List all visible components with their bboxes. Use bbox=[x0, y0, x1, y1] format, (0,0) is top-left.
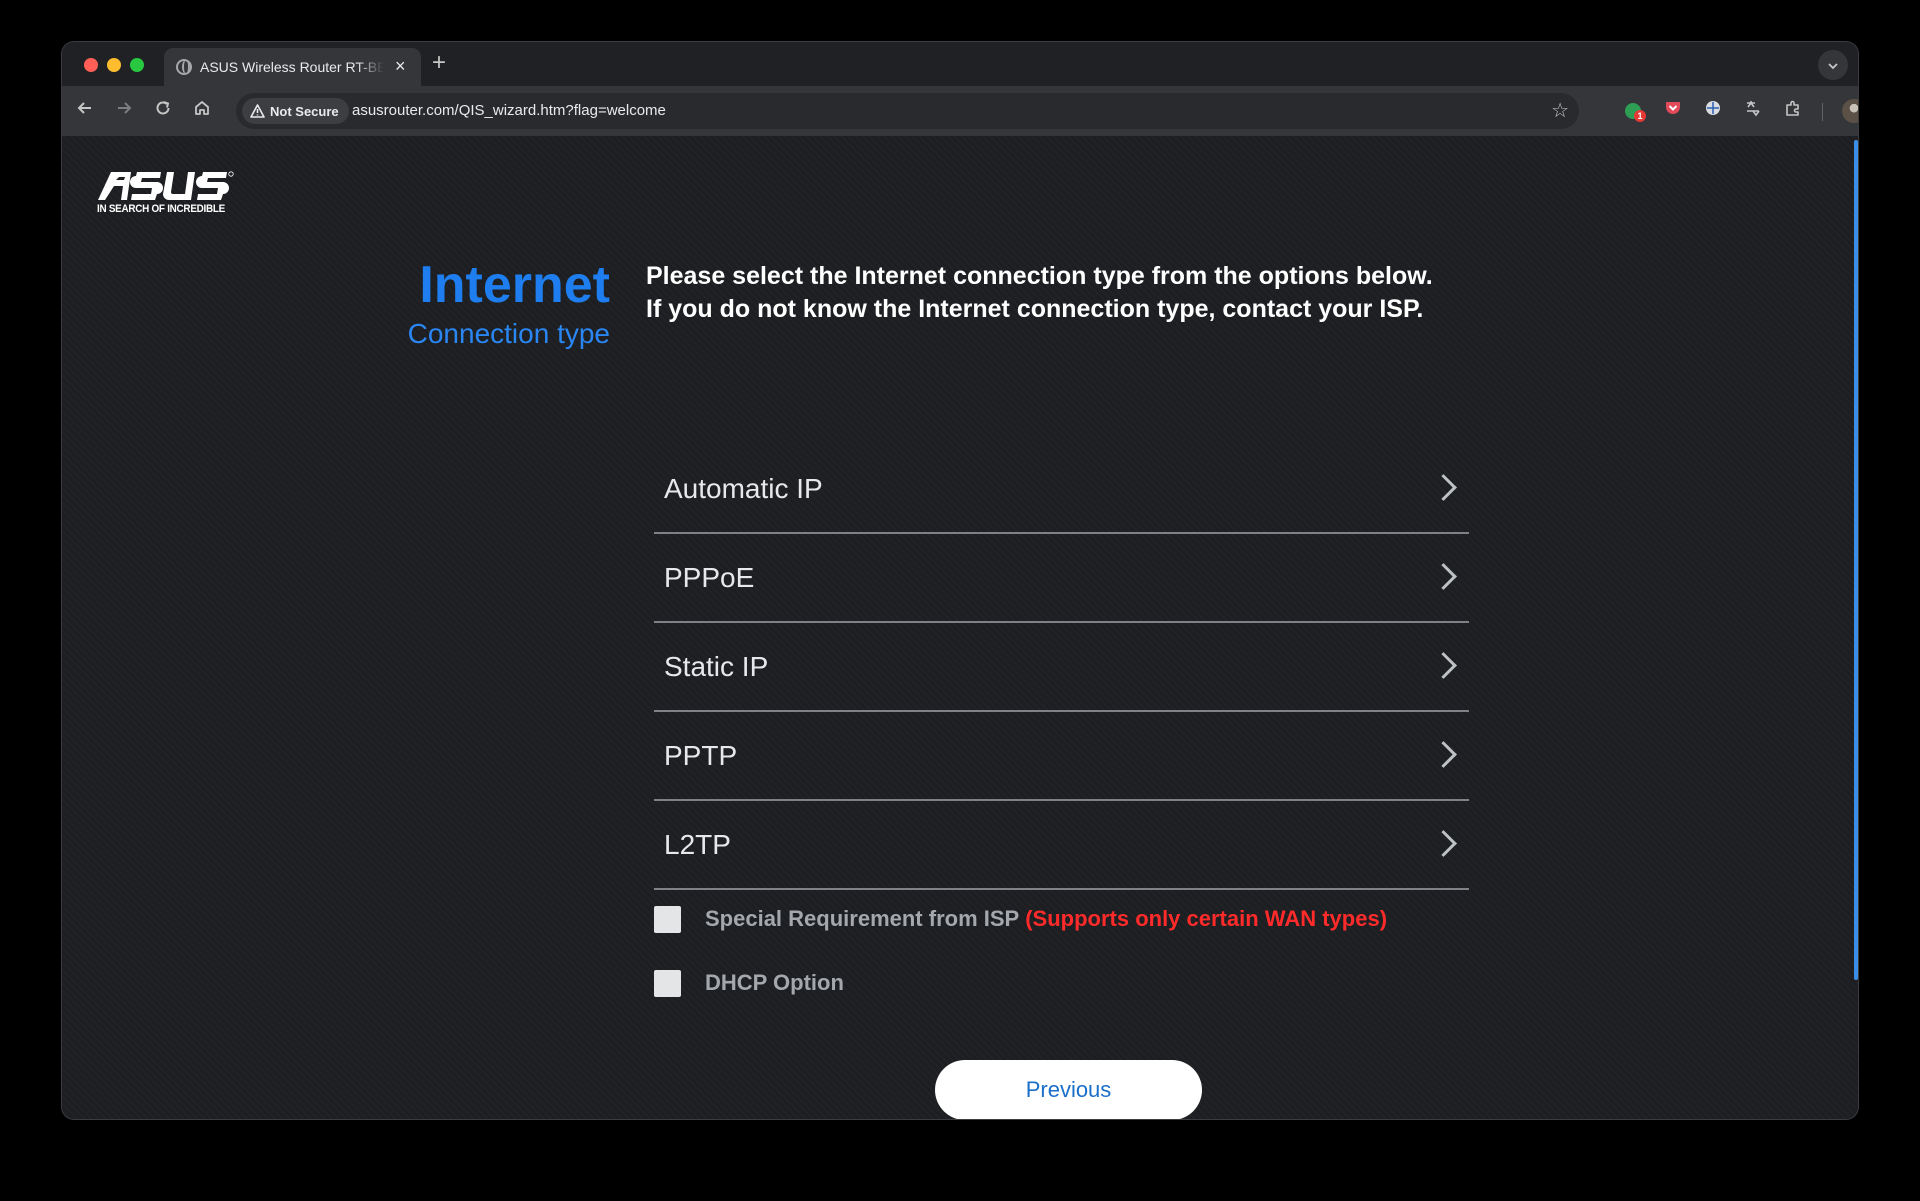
special-requirement-label: Special Requirement from ISP bbox=[705, 906, 1020, 931]
previous-button[interactable]: Previous bbox=[935, 1060, 1202, 1119]
page-content: IN SEARCH OF INCREDIBLE Internet Connect… bbox=[62, 136, 1858, 1119]
shield-globe-icon bbox=[1706, 101, 1720, 115]
reload-icon bbox=[156, 101, 170, 115]
chevron-right-icon bbox=[1430, 563, 1457, 590]
translate-extension-button[interactable] bbox=[1741, 99, 1765, 123]
option-label: Automatic IP bbox=[664, 473, 823, 504]
page-subtitle: Connection type bbox=[407, 318, 610, 349]
option-l2tp[interactable]: L2TP bbox=[654, 802, 1469, 890]
option-pptp[interactable]: PPTP bbox=[654, 713, 1469, 801]
toolbar-divider bbox=[1822, 103, 1823, 121]
new-tab-button[interactable]: + bbox=[432, 51, 446, 75]
url-text[interactable]: asusrouter.com/QIS_wizard.htm?flag=welco… bbox=[352, 102, 666, 119]
extension-badge: 1 bbox=[1634, 110, 1646, 122]
puzzle-icon bbox=[1786, 100, 1799, 116]
security-chip[interactable]: Not Secure bbox=[242, 98, 349, 124]
tab-title: ASUS Wireless Router RT-BE bbox=[200, 59, 384, 75]
tab-strip: ASUS Wireless Router RT-BE × + bbox=[62, 42, 1858, 86]
asus-wordmark bbox=[98, 171, 234, 200]
tab-asus-router[interactable]: ASUS Wireless Router RT-BE × bbox=[164, 48, 421, 86]
globe-icon bbox=[176, 59, 192, 75]
option-label: Static IP bbox=[664, 651, 769, 682]
arrow-left-icon bbox=[77, 102, 91, 114]
profile-avatar[interactable] bbox=[1842, 99, 1858, 123]
special-requirement-row: Special Requirement from ISP (Supports o… bbox=[654, 904, 1387, 934]
reload-button[interactable] bbox=[150, 98, 176, 124]
chevron-right-icon bbox=[1430, 652, 1457, 679]
back-button[interactable] bbox=[72, 98, 98, 124]
wan-types-note: (Supports only certain WAN types) bbox=[1025, 906, 1388, 931]
dhcp-option-row: DHCP Option bbox=[654, 968, 844, 998]
address-bar[interactable]: Not Secure asusrouter.com/QIS_wizard.htm… bbox=[236, 93, 1579, 129]
section-heading: Internet Connection type bbox=[312, 256, 610, 351]
option-automatic-ip[interactable]: Automatic IP bbox=[654, 446, 1469, 534]
forward-button[interactable] bbox=[111, 98, 137, 124]
vpn-extension-button[interactable] bbox=[1701, 99, 1725, 123]
option-label: L2TP bbox=[664, 829, 731, 860]
home-button[interactable] bbox=[189, 98, 215, 124]
page-title: Internet bbox=[419, 256, 610, 314]
arrow-right-icon bbox=[118, 102, 132, 114]
zoom-window-button[interactable] bbox=[130, 58, 144, 72]
option-label: PPPoE bbox=[664, 562, 755, 593]
tab-close-icon[interactable]: × bbox=[395, 56, 406, 76]
translate-icon bbox=[1747, 101, 1760, 117]
close-window-button[interactable] bbox=[84, 58, 98, 72]
chevron-right-icon bbox=[1430, 830, 1457, 857]
instruction-text: Please select the Internet connection ty… bbox=[646, 262, 1433, 323]
chevron-right-icon bbox=[1430, 474, 1457, 501]
chevron-down-icon bbox=[1828, 62, 1838, 69]
not-secure-label: Not Secure bbox=[270, 103, 339, 119]
browser-toolbar: Not Secure asusrouter.com/QIS_wizard.htm… bbox=[62, 86, 1858, 136]
minimize-window-button[interactable] bbox=[107, 58, 121, 72]
tab-search-button[interactable] bbox=[1818, 50, 1848, 80]
dhcp-option-checkbox[interactable] bbox=[654, 969, 681, 997]
extension-green-button[interactable]: 1 bbox=[1621, 99, 1646, 123]
page-scrollbar[interactable] bbox=[1854, 140, 1858, 980]
asus-logo: IN SEARCH OF INCREDIBLE bbox=[97, 170, 237, 215]
home-icon bbox=[195, 101, 209, 115]
browser-window: ASUS Wireless Router RT-BE × + Not Secur… bbox=[62, 42, 1858, 1119]
pocket-extension-button[interactable] bbox=[1661, 99, 1685, 123]
extensions-button[interactable] bbox=[1781, 99, 1805, 123]
option-static-ip[interactable]: Static IP bbox=[654, 624, 1469, 712]
warning-triangle-icon bbox=[250, 104, 265, 118]
option-pppoe[interactable]: PPPoE bbox=[654, 535, 1469, 623]
connection-type-list: Automatic IP PPPoE Static IP PPTP L2TP bbox=[654, 446, 1469, 890]
bookmark-star-icon[interactable]: ☆ bbox=[1551, 98, 1569, 123]
pocket-icon bbox=[1666, 102, 1680, 114]
dhcp-option-label: DHCP Option bbox=[705, 970, 844, 995]
chevron-right-icon bbox=[1430, 741, 1457, 768]
special-requirement-checkbox[interactable] bbox=[654, 905, 681, 933]
option-label: PPTP bbox=[664, 740, 738, 771]
asus-tagline: IN SEARCH OF INCREDIBLE bbox=[97, 203, 225, 215]
